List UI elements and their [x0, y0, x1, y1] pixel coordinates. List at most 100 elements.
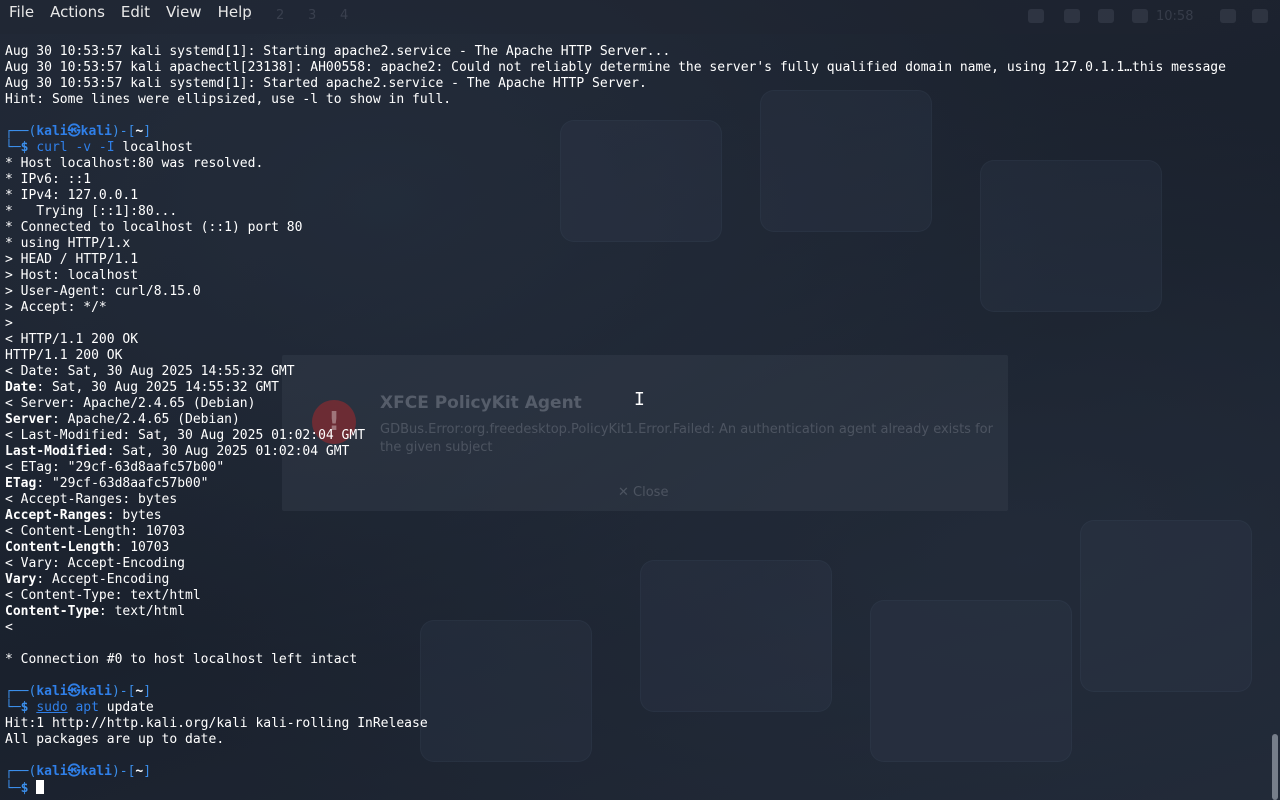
header-value: : Apache/2.4.65 (Debian) — [51, 412, 240, 427]
output-line: Hit:1 http://http.kali.org/kali kali-rol… — [5, 716, 428, 731]
output-line: * using HTTP/1.x — [5, 236, 131, 251]
terminal-output[interactable]: Aug 30 10:53:57 kali systemd[1]: Startin… — [5, 44, 1226, 796]
output-line: < Accept-Ranges: bytes — [5, 492, 178, 507]
volume-icon[interactable] — [1064, 9, 1080, 23]
output-line: * IPv4: 127.0.0.1 — [5, 188, 139, 203]
lock-icon[interactable] — [1220, 9, 1236, 23]
header-name: Last-Modified — [5, 444, 107, 459]
prompt-bracket: )-[ — [111, 684, 136, 699]
screen-icon[interactable] — [1028, 9, 1044, 23]
output-line: > HEAD / HTTP/1.1 — [5, 252, 139, 267]
prompt-bracket: └─ — [5, 700, 21, 715]
output-line: * Connected to localhost (::1) port 80 — [5, 220, 303, 235]
response-header-line: Content-Length: 10703 — [5, 540, 1226, 556]
response-header-line: Server: Apache/2.4.65 (Debian) — [5, 412, 1226, 428]
header-value: : 10703 — [114, 540, 170, 555]
header-name: Content-Type — [5, 604, 99, 619]
output-line: * IPv6: ::1 — [5, 172, 92, 187]
header-value: : Sat, 30 Aug 2025 01:02:04 GMT — [106, 444, 350, 459]
header-name: Vary — [5, 572, 37, 587]
command-program: apt — [75, 700, 99, 715]
workspace-4[interactable]: 4 — [340, 8, 358, 24]
prompt-line: ┌──(kali㉿kali)-[~] — [5, 764, 1226, 780]
command-program: curl — [36, 140, 68, 155]
output-line: * Trying [::1]:80... — [5, 204, 178, 219]
menu-actions[interactable]: Actions — [41, 0, 112, 22]
response-header-line: ETag: "29cf-63d8aafc57b00" — [5, 476, 1226, 492]
header-name: Content-Length — [5, 540, 115, 555]
menu-help[interactable]: Help — [209, 0, 259, 22]
output-line: > — [5, 316, 13, 331]
command-sudo: sudo — [36, 700, 68, 715]
menu-file[interactable]: File — [0, 0, 41, 22]
prompt-bracket: ] — [143, 124, 152, 139]
header-value: : Sat, 30 Aug 2025 14:55:32 GMT — [36, 380, 279, 395]
header-value: : "29cf-63d8aafc57b00" — [36, 476, 209, 491]
terminal-scrollbar[interactable] — [1272, 734, 1278, 800]
notification-bell-icon[interactable] — [1098, 9, 1114, 23]
prompt-bracket: ] — [143, 764, 152, 779]
output-line: Aug 30 10:53:57 kali apachectl[23138]: A… — [5, 60, 1226, 75]
header-name: Server — [5, 412, 52, 427]
output-line: > Accept: */* — [5, 300, 107, 315]
prompt-bracket: )-[ — [111, 764, 136, 779]
header-name: Accept-Ranges — [5, 508, 107, 523]
response-header-line: Accept-Ranges: bytes — [5, 508, 1226, 524]
response-header-line: Vary: Accept-Encoding — [5, 572, 1226, 588]
prompt-bracket: └─ — [5, 140, 21, 155]
prompt-dollar: $ — [20, 781, 37, 796]
prompt-bracket: ] — [143, 684, 152, 699]
command-target: localhost — [122, 140, 193, 155]
output-line: > User-Agent: curl/8.15.0 — [5, 284, 201, 299]
mouse-ibeam-cursor-icon: I — [634, 389, 645, 410]
output-line: < Content-Length: 10703 — [5, 524, 186, 539]
response-header-line: Last-Modified: Sat, 30 Aug 2025 01:02:04… — [5, 444, 1226, 460]
command-args: update — [98, 700, 154, 715]
network-icon[interactable] — [1132, 9, 1148, 23]
text-cursor — [36, 780, 45, 794]
prompt-user-host: kali㉿kali — [36, 124, 112, 139]
prompt-dollar: $ — [20, 140, 37, 155]
output-line: < Date: Sat, 30 Aug 2025 14:55:32 GMT — [5, 364, 295, 379]
terminal-menubar: File Actions Edit View Help — [0, 0, 259, 22]
output-line: * Connection #0 to host localhost left i… — [5, 652, 358, 667]
prompt-line: ┌──(kali㉿kali)-[~] — [5, 684, 1226, 700]
command-args: -v -I — [67, 140, 123, 155]
output-line: * Host localhost:80 was resolved. — [5, 156, 264, 171]
header-name: Date — [5, 380, 37, 395]
prompt-user-host: kali㉿kali — [36, 764, 112, 779]
menu-edit[interactable]: Edit — [112, 0, 157, 22]
command-line: └─$ sudo apt update — [5, 700, 1226, 716]
output-line: All packages are up to date. — [5, 732, 225, 747]
header-name: ETag — [5, 476, 37, 491]
prompt-bracket: ┌──( — [5, 764, 37, 779]
prompt-user-host: kali㉿kali — [36, 684, 112, 699]
header-value: : text/html — [98, 604, 186, 619]
output-line: < Server: Apache/2.4.65 (Debian) — [5, 396, 256, 411]
response-header-line: Date: Sat, 30 Aug 2025 14:55:32 GMT — [5, 380, 1226, 396]
output-line: < Last-Modified: Sat, 30 Aug 2025 01:02:… — [5, 428, 366, 443]
prompt-bracket: ┌──( — [5, 684, 37, 699]
output-line: < HTTP/1.1 200 OK — [5, 332, 139, 347]
prompt-bracket: )-[ — [111, 124, 136, 139]
workspace-2[interactable]: 2 — [276, 8, 294, 24]
workspace-3[interactable]: 3 — [308, 8, 326, 24]
command-line: └─$ curl -v -I localhost — [5, 140, 1226, 156]
header-value: : bytes — [106, 508, 162, 523]
prompt-line: ┌──(kali㉿kali)-[~] — [5, 124, 1226, 140]
menu-view[interactable]: View — [157, 0, 209, 22]
output-line: HTTP/1.1 200 OK — [5, 348, 123, 363]
output-line: Aug 30 10:53:57 kali systemd[1]: Started… — [5, 76, 647, 91]
output-line: < Vary: Accept-Encoding — [5, 556, 186, 571]
output-line: < ETag: "29cf-63d8aafc57b00" — [5, 460, 225, 475]
command-line: └─$ — [5, 780, 1226, 796]
prompt-dollar: $ — [20, 700, 37, 715]
output-line: < Content-Type: text/html — [5, 588, 201, 603]
output-line: < — [5, 620, 13, 635]
power-icon[interactable] — [1252, 9, 1268, 23]
panel-clock[interactable]: 10:58 — [1156, 9, 1193, 24]
